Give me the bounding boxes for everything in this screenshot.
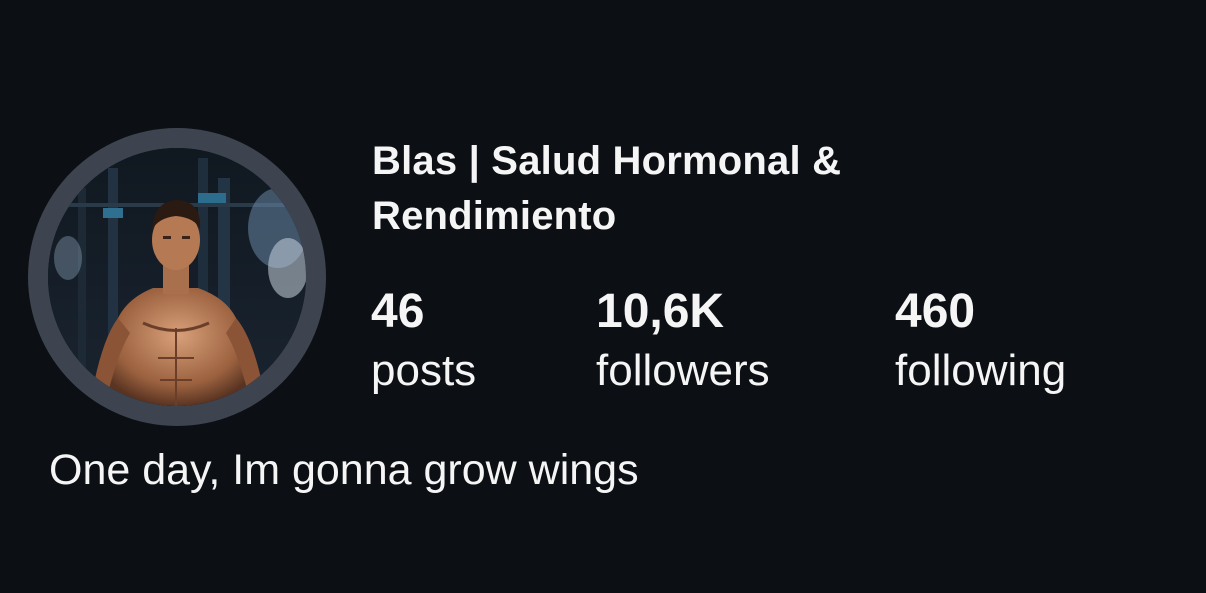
profile-display-name: Blas | Salud Hormonal & Rendimiento (372, 139, 842, 238)
followers-count: 10,6K (596, 285, 725, 338)
following-label: following (895, 346, 1067, 395)
profile-photo-icon (48, 148, 306, 406)
followers-stat[interactable]: 10,6K followers (596, 284, 770, 402)
posts-count: 46 (371, 285, 425, 338)
avatar[interactable] (48, 148, 306, 406)
following-stat[interactable]: 460 following (895, 284, 1066, 402)
followers-label: followers (596, 346, 770, 395)
following-count: 460 (895, 285, 976, 338)
profile-header: Blas | Salud Hormonal & Rendimiento 46 p… (0, 0, 1206, 593)
posts-stat[interactable]: 46 posts (371, 284, 476, 402)
posts-label: posts (371, 346, 477, 395)
profile-bio: One day, Im gonna grow wings (49, 446, 639, 494)
